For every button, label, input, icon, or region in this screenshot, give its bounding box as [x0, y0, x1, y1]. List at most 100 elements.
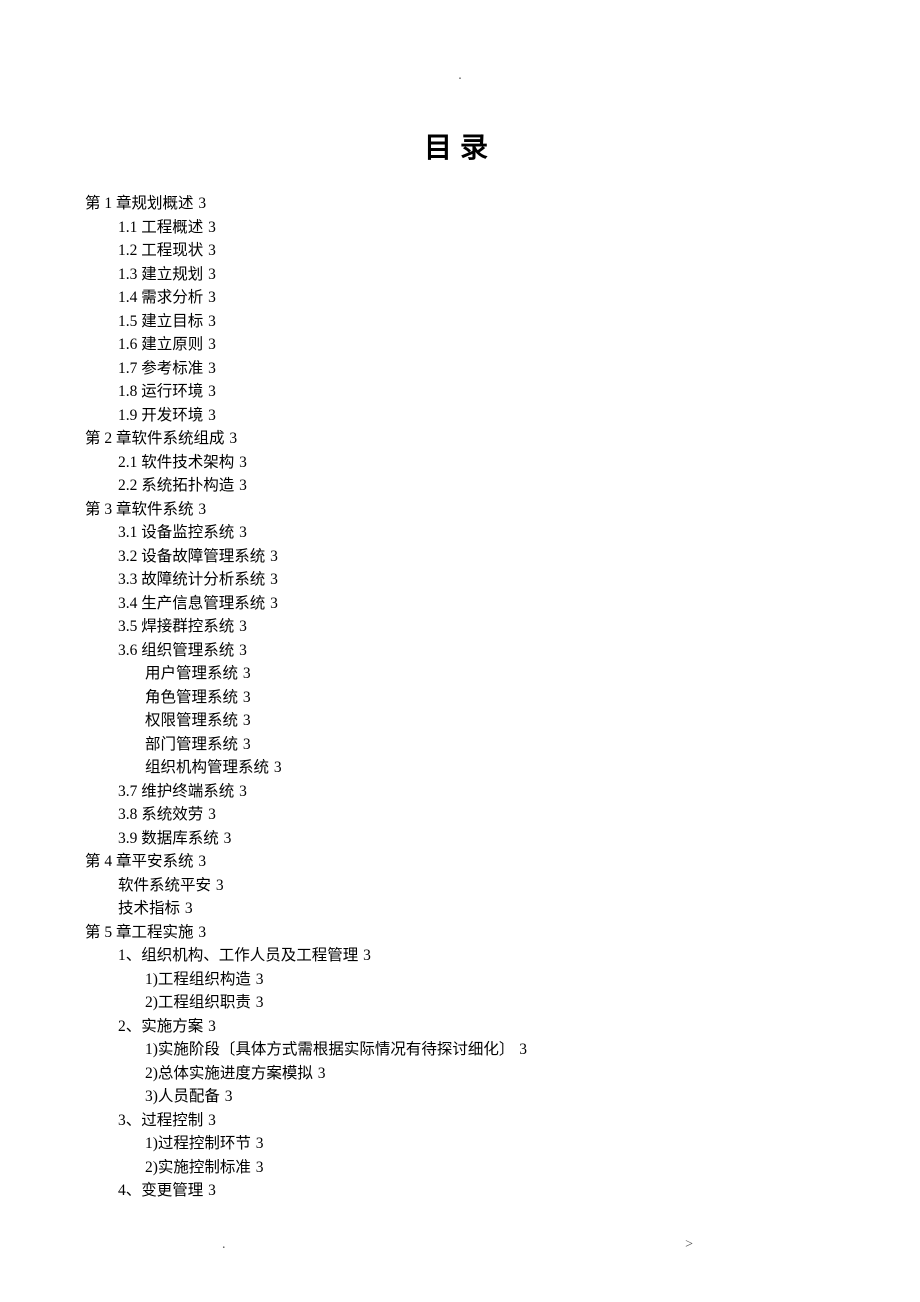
- toc-entry-page: 3: [212, 877, 224, 894]
- toc-entry: 3.4 生产信息管理系统 3: [85, 592, 835, 616]
- toc-entry-page: 3: [266, 571, 278, 588]
- toc-entry: 1.9 开发环境 3: [85, 404, 835, 428]
- footer-left-marker: .: [222, 1237, 226, 1253]
- toc-entry-page: 3: [195, 195, 207, 212]
- toc-entry: 3.5 焊接群控系统 3: [85, 615, 835, 639]
- toc-entry-page: 3: [266, 595, 278, 612]
- toc-entry-label: 权限管理系统: [145, 712, 238, 729]
- toc-entry-label: 3.3 故障统计分析系统: [118, 571, 265, 588]
- toc-entry: 2)工程组织职责 3: [85, 991, 835, 1015]
- toc-entry-page: 3: [239, 712, 251, 729]
- toc-entry-page: 3: [204, 266, 216, 283]
- toc-entry: 软件系统平安 3: [85, 874, 835, 898]
- toc-entry-page: 3: [204, 313, 216, 330]
- toc-entry: 1.4 需求分析 3: [85, 286, 835, 310]
- toc-entry-label: 2)总体实施进度方案模拟: [145, 1065, 313, 1082]
- toc-entry-page: 3: [204, 1112, 216, 1129]
- toc-entry: 角色管理系统 3: [85, 686, 835, 710]
- toc-entry-page: 3: [235, 454, 247, 471]
- toc-entry: 第 2 章软件系统组成 3: [85, 427, 835, 451]
- toc-entry: 3.6 组织管理系统 3: [85, 639, 835, 663]
- toc-entry: 第 4 章平安系统 3: [85, 850, 835, 874]
- toc-entry-label: 1.9 开发环境: [118, 407, 203, 424]
- toc-entry: 3.1 设备监控系统 3: [85, 521, 835, 545]
- toc-entry-page: 3: [204, 407, 216, 424]
- toc-entry-page: 3: [195, 501, 207, 518]
- document-page: . 目录 第 1 章规划概述 31.1 工程概述 31.2 工程现状 31.3 …: [0, 0, 920, 1263]
- toc-entry: 用户管理系统 3: [85, 662, 835, 686]
- toc-entry-label: 1.4 需求分析: [118, 289, 203, 306]
- toc-entry: 2.1 软件技术架构 3: [85, 451, 835, 475]
- toc-entry: 1)工程组织构造 3: [85, 968, 835, 992]
- toc-entry: 3)人员配备 3: [85, 1085, 835, 1109]
- toc-entry-label: 3.8 系统效劳: [118, 806, 203, 823]
- toc-entry-label: 1.3 建立规划: [118, 266, 203, 283]
- toc-title: 目录: [85, 126, 835, 166]
- toc-entry-label: 组织机构管理系统: [145, 759, 269, 776]
- toc-entry-label: 1.5 建立目标: [118, 313, 203, 330]
- toc-entry-label: 3.6 组织管理系统: [118, 642, 234, 659]
- toc-entry-page: 3: [235, 618, 247, 635]
- toc-entry: 1.1 工程概述 3: [85, 216, 835, 240]
- toc-entry-page: 3: [204, 806, 216, 823]
- toc-entry-label: 3.9 数据库系统: [118, 830, 219, 847]
- toc-entry-page: 3: [181, 900, 193, 917]
- toc-entry: 权限管理系统 3: [85, 709, 835, 733]
- toc-entry: 1.5 建立目标 3: [85, 310, 835, 334]
- toc-entry: 3.3 故障统计分析系统 3: [85, 568, 835, 592]
- toc-entry-page: 3: [239, 689, 251, 706]
- toc-entry-page: 3: [239, 736, 251, 753]
- toc-entry-label: 1、组织机构、工作人员及工程管理: [118, 947, 358, 964]
- footer-right-marker: >: [685, 1237, 693, 1253]
- toc-entry: 3.2 设备故障管理系统 3: [85, 545, 835, 569]
- toc-entry: 1.3 建立规划 3: [85, 263, 835, 287]
- toc-entry-label: 软件系统平安: [118, 877, 211, 894]
- toc-entry-label: 1.8 运行环境: [118, 383, 203, 400]
- toc-entry-page: 3: [226, 430, 238, 447]
- toc-entry-label: 4、变更管理: [118, 1182, 203, 1199]
- toc-entry: 1.6 建立原则 3: [85, 333, 835, 357]
- toc-entry-label: 1.2 工程现状: [118, 242, 203, 259]
- toc-entry-label: 1.6 建立原则: [118, 336, 203, 353]
- toc-entry-page: 3: [195, 853, 207, 870]
- toc-entry-label: 3.4 生产信息管理系统: [118, 595, 265, 612]
- toc-entry-page: 3: [252, 994, 264, 1011]
- toc-entry-label: 1)工程组织构造: [145, 971, 251, 988]
- toc-entry: 1.2 工程现状 3: [85, 239, 835, 263]
- toc-entry: 组织机构管理系统 3: [85, 756, 835, 780]
- toc-entry-label: 用户管理系统: [145, 665, 238, 682]
- toc-entry-label: 第 1 章规划概述: [85, 195, 194, 212]
- toc-entry: 第 3 章软件系统 3: [85, 498, 835, 522]
- toc-entry: 2)实施控制标准 3: [85, 1156, 835, 1180]
- toc-entry-label: 3.2 设备故障管理系统: [118, 548, 265, 565]
- toc-entry-page: 3: [204, 383, 216, 400]
- toc-entry: 1)实施阶段〔具体方式需根据实际情况有待探讨细化〕 3: [85, 1038, 835, 1062]
- toc-entry-label: 1)实施阶段〔具体方式需根据实际情况有待探讨细化〕: [145, 1041, 514, 1058]
- toc-entry-label: 1.7 参考标准: [118, 360, 203, 377]
- toc-entry: 1、组织机构、工作人员及工程管理 3: [85, 944, 835, 968]
- toc-entry-page: 3: [252, 1159, 264, 1176]
- toc-entry: 2、实施方案 3: [85, 1015, 835, 1039]
- toc-entry-label: 第 4 章平安系统: [85, 853, 194, 870]
- toc-entry-page: 3: [195, 924, 207, 941]
- toc-entry: 1)过程控制环节 3: [85, 1132, 835, 1156]
- toc-entry: 2.2 系统拓扑构造 3: [85, 474, 835, 498]
- toc-entry-label: 2)实施控制标准: [145, 1159, 251, 1176]
- toc-entry-label: 3.7 维护终端系统: [118, 783, 234, 800]
- toc-entry-page: 3: [204, 289, 216, 306]
- toc-entry-page: 3: [204, 1182, 216, 1199]
- toc-entry-page: 3: [359, 947, 371, 964]
- toc-entry-label: 2.1 软件技术架构: [118, 454, 234, 471]
- toc-entry: 4、变更管理 3: [85, 1179, 835, 1203]
- toc-entry-page: 3: [204, 219, 216, 236]
- toc-entry: 第 5 章工程实施 3: [85, 921, 835, 945]
- toc-entry: 1.8 运行环境 3: [85, 380, 835, 404]
- toc-entry-page: 3: [235, 524, 247, 541]
- toc-entry-label: 第 3 章软件系统: [85, 501, 194, 518]
- toc-entry-page: 3: [235, 783, 247, 800]
- header-marker: .: [85, 68, 835, 84]
- toc-entry: 3.9 数据库系统 3: [85, 827, 835, 851]
- toc-entry-page: 3: [314, 1065, 326, 1082]
- toc-entry-label: 部门管理系统: [145, 736, 238, 753]
- toc-entry: 3、过程控制 3: [85, 1109, 835, 1133]
